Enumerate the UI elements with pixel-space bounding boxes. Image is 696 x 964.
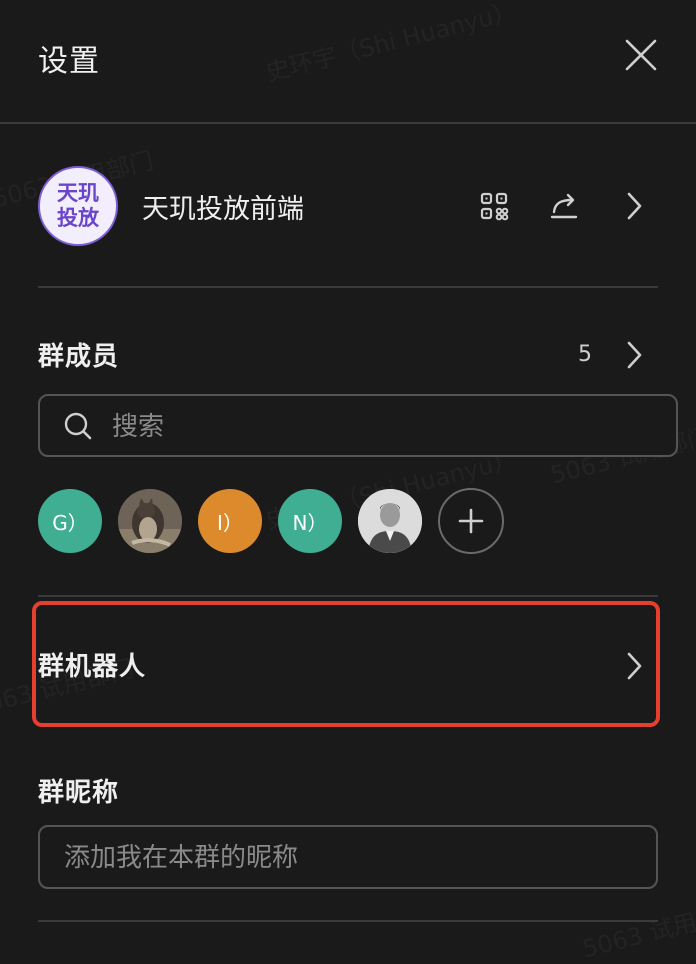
watermark: 5063 试用部门 (578, 891, 696, 964)
nickname-input[interactable] (62, 827, 646, 889)
group-divider (38, 286, 658, 288)
nickname-title: 群昵称 (38, 778, 120, 808)
member-avatar[interactable] (358, 489, 422, 553)
member-avatar[interactable] (118, 489, 182, 553)
close-icon[interactable] (620, 34, 662, 76)
member-avatar-label: I） (217, 510, 243, 535)
members-chevron[interactable] (614, 335, 654, 375)
search-input[interactable] (110, 396, 654, 457)
cat-photo-icon (118, 489, 182, 553)
group-name: 天玑投放前端 (142, 194, 304, 225)
member-avatar-label: N） (292, 510, 328, 535)
chevron-right-icon (627, 652, 642, 680)
member-avatar[interactable]: N） (278, 489, 342, 553)
members-divider (38, 595, 658, 597)
chevron-right-icon (627, 341, 642, 369)
member-avatar[interactable]: G） (38, 489, 102, 553)
nickname-divider (38, 920, 658, 922)
close-button[interactable] (620, 34, 662, 76)
header-divider (0, 122, 696, 124)
qrcode-icon (480, 192, 509, 221)
nickname-field[interactable] (38, 825, 658, 889)
group-detail-chevron[interactable] (614, 186, 654, 226)
plus-icon (458, 508, 484, 534)
qrcode-button[interactable] (474, 186, 514, 226)
search-icon (64, 412, 92, 440)
member-avatar[interactable]: I） (198, 489, 262, 553)
group-bot-title: 群机器人 (38, 652, 147, 682)
share-button[interactable] (544, 186, 584, 226)
watermark: 史环宇（Shi Huanyu） (262, 0, 520, 88)
member-avatar-label: G） (52, 510, 88, 535)
member-count: 5 (578, 342, 592, 367)
page-title: 设置 (38, 44, 100, 79)
group-avatar-text: 天玑投放 (57, 181, 99, 230)
members-title: 群成员 (38, 342, 120, 372)
group-avatar[interactable]: 天玑投放 (38, 166, 118, 246)
chevron-right-icon (627, 192, 642, 220)
member-search[interactable] (38, 394, 678, 457)
add-member-button[interactable] (438, 488, 504, 554)
person-photo-icon (358, 489, 422, 553)
group-bot-chevron[interactable] (614, 646, 654, 686)
share-icon (550, 193, 578, 219)
